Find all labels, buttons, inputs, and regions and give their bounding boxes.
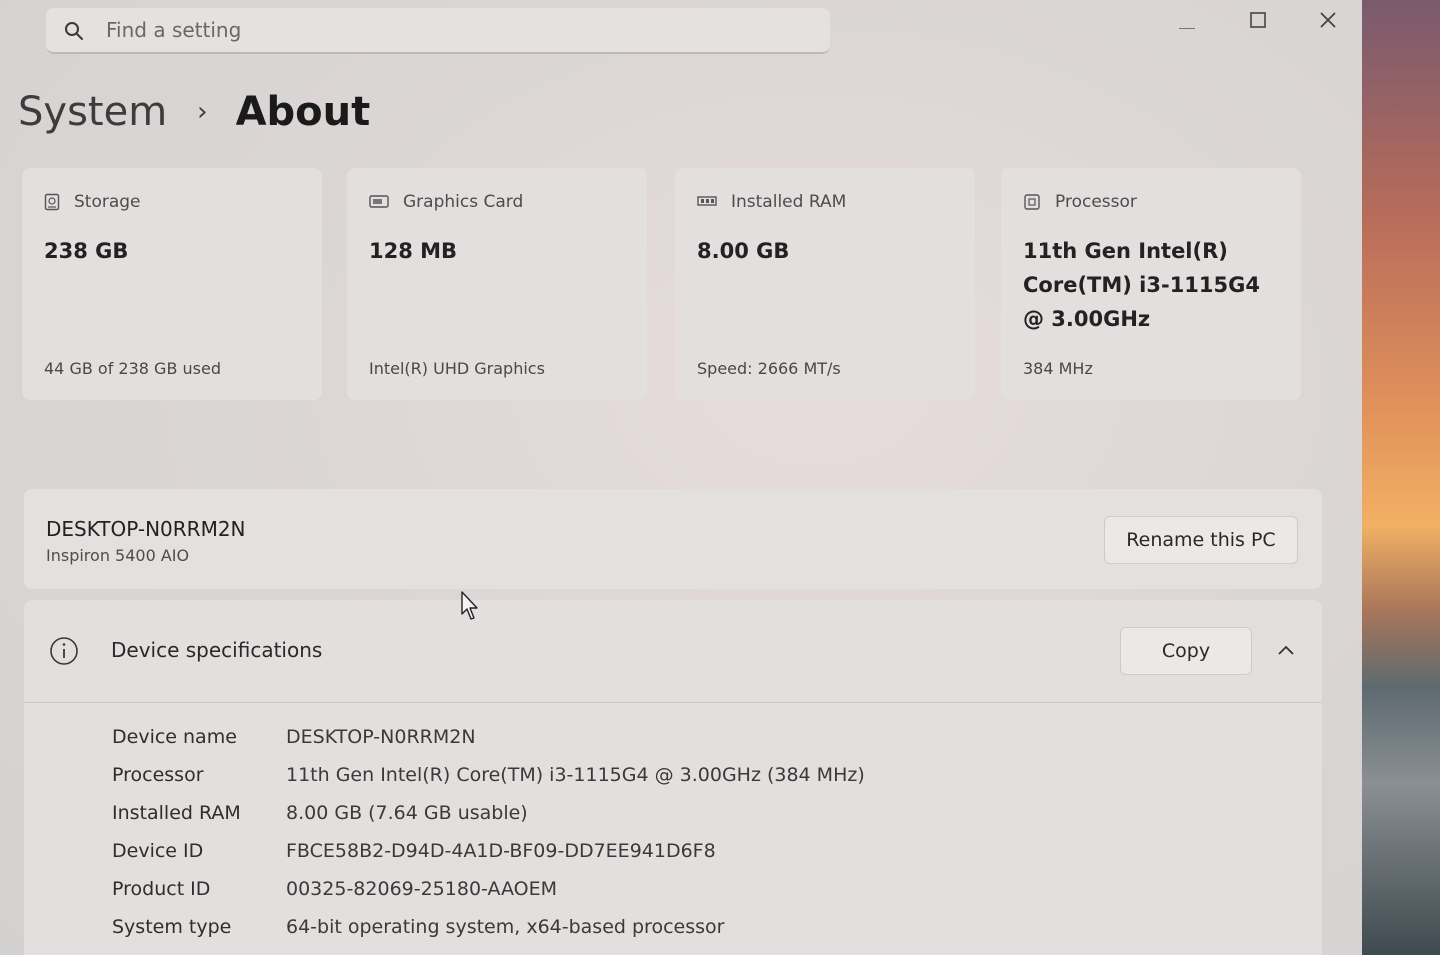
graphics-card-card[interactable]: Graphics Card 128 MB Intel(R) UHD Graphi… [347,168,647,400]
card-value: 238 GB [44,239,129,263]
close-icon [1320,12,1336,28]
info-icon [50,637,78,665]
processor-icon [1024,194,1040,210]
page-title: About [235,89,371,135]
graphics-card-icon [369,195,389,208]
spec-row: Device ID FBCE58B2-D94D-4A1D-BF09-DD7EE9… [112,832,865,870]
search-icon [65,22,83,40]
pc-name-row: DESKTOP-N0RRM2N Inspiron 5400 AIO Rename… [24,489,1322,589]
chevron-right-icon: › [197,97,208,127]
spec-row: Product ID 00325-82069-25180-AAOEM [112,870,865,908]
card-label: Processor [1055,192,1137,212]
card-label: Installed RAM [731,192,847,212]
spec-table: Device name DESKTOP-N0RRM2N Processor 11… [112,718,865,946]
device-specifications-title: Device specifications [111,638,323,662]
spec-label: Device name [112,726,237,748]
storage-card[interactable]: Storage 238 GB 44 GB of 238 GB used [22,168,322,400]
spec-row: Processor 11th Gen Intel(R) Core(TM) i3-… [112,756,865,794]
maximize-button[interactable] [1223,0,1293,40]
search-input[interactable] [106,18,806,42]
close-button[interactable] [1293,0,1362,40]
processor-card[interactable]: Processor 11th Gen Intel(R) Core(TM) i3-… [1001,168,1301,400]
spec-label: Product ID [112,878,211,900]
mouse-pointer-icon [461,591,478,620]
chevron-up-icon[interactable] [1274,640,1298,660]
spec-value: 00325-82069-25180-AAOEM [286,878,558,900]
storage-icon [44,193,60,211]
minimize-icon [1179,28,1195,29]
desktop-wallpaper [1355,0,1440,955]
spec-value: 11th Gen Intel(R) Core(TM) i3-1115G4 @ 3… [286,764,865,786]
ram-icon [697,196,717,206]
card-label: Storage [74,192,141,212]
spec-value: DESKTOP-N0RRM2N [286,726,476,748]
pc-model: Inspiron 5400 AIO [46,546,190,565]
spec-value: 64-bit operating system, x64-based proce… [286,916,725,938]
installed-ram-card[interactable]: Installed RAM 8.00 GB Speed: 2666 MT/s [675,168,975,400]
card-subtext: Intel(R) UHD Graphics [369,359,545,378]
card-subtext: 44 GB of 238 GB used [44,359,221,378]
spec-row: Installed RAM 8.00 GB (7.64 GB usable) [112,794,865,832]
pc-name: DESKTOP-N0RRM2N [46,517,246,541]
rename-pc-button[interactable]: Rename this PC [1104,516,1298,564]
search-box[interactable] [46,8,830,54]
minimize-button[interactable] [1152,0,1222,40]
spec-row: System type 64-bit operating system, x64… [112,908,865,946]
spec-row: Device name DESKTOP-N0RRM2N [112,718,865,756]
device-specifications-panel: Device specifications Copy Device name D… [24,600,1322,955]
card-value: 11th Gen Intel(R) Core(TM) i3-1115G4 @ 3… [1023,239,1260,331]
card-subtext: 384 MHz [1023,359,1093,378]
card-label: Graphics Card [403,192,524,212]
spec-label: Device ID [112,840,204,862]
settings-window: System › About Storage 238 GB 44 GB of 2… [0,0,1362,955]
spec-label: Installed RAM [112,802,241,824]
maximize-icon [1250,12,1266,28]
card-subtext: Speed: 2666 MT/s [697,359,841,378]
spec-label: Processor [112,764,204,786]
card-value: 128 MB [369,239,458,263]
card-value: 8.00 GB [697,239,790,263]
spec-label: System type [112,916,232,938]
spec-value: FBCE58B2-D94D-4A1D-BF09-DD7EE941D6F8 [286,840,716,862]
device-specifications-header[interactable]: Device specifications Copy [24,600,1322,703]
spec-value: 8.00 GB (7.64 GB usable) [286,802,528,824]
breadcrumb-system-link[interactable]: System [18,89,167,135]
breadcrumb: System › About [18,82,370,142]
copy-button[interactable]: Copy [1120,627,1252,675]
